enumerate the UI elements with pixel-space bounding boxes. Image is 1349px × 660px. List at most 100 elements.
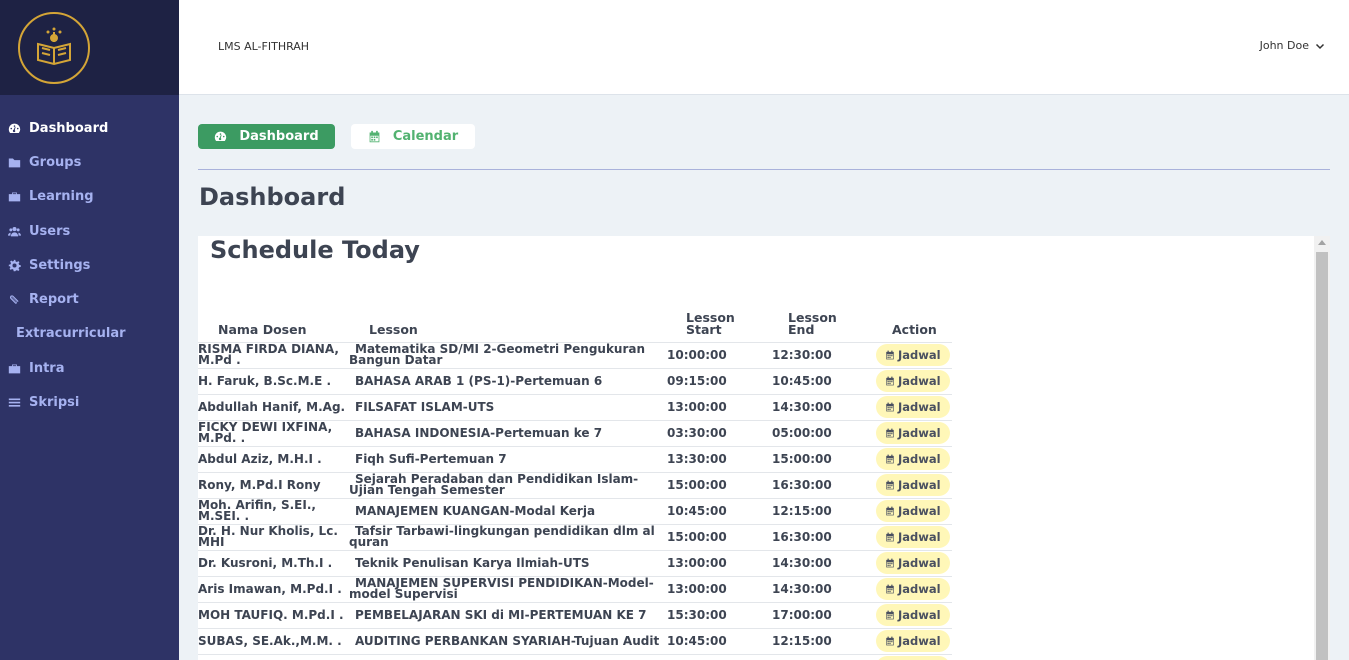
jadwal-label: Jadwal — [898, 633, 941, 648]
cell-lesson: EPISTEMOLOGI TASAWUF-Evaluasi tengah — [349, 653, 667, 660]
sidebar-item-groups[interactable]: Groups — [0, 145, 179, 179]
logo-area — [0, 0, 179, 95]
cell-lesson: Matematika SD/MI 2-Geometri Pengukuran B… — [349, 341, 667, 368]
briefcase-icon — [7, 361, 21, 375]
cell-dosen: Dr. H. Nur Kholis, Lc. MHI — [198, 523, 349, 550]
cell-lesson: AUDITING PERBANKAN SYARIAH-Tujuan Audit — [349, 627, 667, 654]
sidebar-item-users[interactable]: Users — [0, 214, 179, 248]
tab-calendar[interactable]: Calendar — [351, 124, 475, 149]
cell-lesson: MANAJEMEN SUPERVISI PENDIDIKAN-Model-mod… — [349, 575, 667, 602]
table-row: Dr. Chafid WahyudiEPISTEMOLOGI TASAWUF-E… — [198, 653, 952, 660]
cell-end: 10:45:00 — [772, 367, 876, 394]
cell-lesson: BAHASA ARAB 1 (PS-1)-Pertemuan 6 — [349, 367, 667, 394]
table-row: Dr. H. Nur Kholis, Lc. MHI Tafsir Tarbawi… — [198, 523, 952, 550]
sidebar-item-settings[interactable]: Settings — [0, 248, 179, 282]
table-row: Aris Imawan, M.Pd.I . MANAJEMEN SUPERVISI… — [198, 575, 952, 602]
sidebar-item-label: Settings — [29, 257, 91, 273]
dashboard-icon — [214, 130, 227, 143]
jadwal-button[interactable]: Jadwal — [876, 500, 950, 522]
jadwal-button[interactable]: Jadwal — [876, 344, 950, 366]
sidebar-item-skripsi[interactable]: Skripsi — [0, 385, 179, 419]
sidebar-item-dashboard[interactable]: Dashboard — [0, 111, 179, 145]
scroll-up-arrow-icon[interactable] — [1318, 240, 1326, 245]
jadwal-label: Jadwal — [898, 607, 941, 622]
divider — [198, 169, 1330, 170]
jadwal-label: Jadwal — [898, 373, 941, 388]
cell-lesson: Sejarah Peradaban dan Pendidikan Islam-U… — [349, 471, 667, 498]
cell-start: 09:15:00 — [667, 367, 772, 394]
column-header-start: Lesson Start — [667, 298, 772, 342]
calendar-icon — [885, 610, 898, 620]
cell-end: 14:30:00 — [772, 393, 876, 420]
jadwal-label: Jadwal — [898, 529, 941, 544]
jadwal-button[interactable]: Jadwal — [876, 552, 950, 574]
scrollbar[interactable] — [1314, 236, 1330, 660]
column-header-end-label: Lesson End — [788, 309, 837, 337]
sidebar-item-report[interactable]: Report — [0, 282, 179, 316]
logo[interactable] — [18, 11, 90, 84]
schedule-card: Schedule Today Nama Dosen Lesson Lesson … — [198, 236, 1314, 660]
users-icon — [7, 224, 21, 238]
user-menu[interactable]: John Doe — [1260, 39, 1325, 52]
cell-dosen: MOH TAUFIQ. M.Pd.I . — [198, 601, 349, 628]
table-row: FICKY DEWI IXFINA, M.Pd. . BAHASA INDONES… — [198, 419, 952, 446]
app-brand[interactable]: LMS AL-FITHRAH — [218, 40, 309, 53]
cell-end: 17:00:00 — [772, 601, 876, 628]
lesson-text: Matematika SD/MI 2-Geometri Pengukuran B… — [349, 342, 646, 367]
scroll-thumb[interactable] — [1316, 252, 1328, 660]
sidebar-nav: Dashboard Groups Learning Users Settings… — [0, 95, 179, 420]
sidebar-item-label: Intra — [29, 360, 65, 376]
calendar-icon — [885, 584, 898, 594]
page-title: Dashboard — [199, 183, 346, 211]
sidebar: Dashboard Groups Learning Users Settings… — [0, 0, 179, 660]
tab-dashboard[interactable]: Dashboard — [198, 124, 335, 149]
jadwal-button[interactable]: Jadwal — [876, 396, 950, 418]
table-row: H. Faruk, B.Sc.M.E . BAHASA ARAB 1 (PS-1)… — [198, 367, 952, 394]
jadwal-button[interactable]: Jadwal — [876, 604, 950, 626]
cell-end — [772, 653, 876, 660]
chevron-down-icon — [1315, 43, 1325, 49]
cell-dosen: H. Faruk, B.Sc.M.E . — [198, 367, 349, 394]
jadwal-button[interactable]: Jadwal — [876, 474, 950, 496]
tab-label: Dashboard — [239, 129, 319, 144]
cell-end: 16:30:00 — [772, 523, 876, 550]
cell-dosen: Abdul Aziz, M.H.I . — [198, 445, 349, 472]
sidebar-item-label: Users — [29, 223, 71, 239]
jadwal-button[interactable]: Jadwal — [876, 578, 950, 600]
sidebar-item-intra[interactable]: Intra — [0, 351, 179, 385]
cell-dosen: Dr. Kusroni, M.Th.I . — [198, 549, 349, 576]
cell-action: Jadwal — [876, 367, 952, 394]
column-header-dosen: Nama Dosen — [218, 321, 307, 337]
lesson-text: Sejarah Peradaban dan Pendidikan Islam-U… — [349, 472, 639, 497]
cell-action: Jadwal — [876, 653, 952, 660]
cell-dosen: Aris Imawan, M.Pd.I . — [198, 575, 349, 602]
cell-start: 15:30:00 — [667, 601, 772, 628]
jadwal-button[interactable]: Jadwal — [876, 370, 950, 392]
jadwal-button[interactable]: Jadwal — [876, 656, 950, 660]
lesson-text: MANAJEMEN KUANGAN-Modal Kerja — [355, 503, 596, 518]
cell-action: Jadwal — [876, 549, 952, 576]
cell-end: 05:00:00 — [772, 419, 876, 446]
cell-start — [667, 653, 772, 660]
calendar-icon — [885, 376, 898, 386]
table-row: RISMA FIRDA DIANA, M.Pd . Matematika SD/M… — [198, 341, 952, 368]
table-row: Abdullah Hanif, M.Ag. FILSAFAT ISLAM-UTS 1… — [198, 393, 952, 420]
cell-lesson: Fiqh Sufi-Pertemuan 7 — [349, 445, 667, 472]
calendar-icon — [885, 480, 898, 490]
cell-action: Jadwal — [876, 575, 952, 602]
folder-icon — [7, 155, 21, 169]
jadwal-button[interactable]: Jadwal — [876, 448, 950, 470]
cell-action: Jadwal — [876, 497, 952, 524]
cell-end: 12:15:00 — [772, 497, 876, 524]
sidebar-item-extracurricular[interactable]: Extracurricular — [0, 317, 179, 351]
jadwal-button[interactable]: Jadwal — [876, 526, 950, 548]
lesson-text: PEMBELAJARAN SKI di MI-PERTEMUAN KE 7 — [355, 607, 647, 622]
calendar-icon — [885, 558, 898, 568]
jadwal-button[interactable]: Jadwal — [876, 422, 950, 444]
cell-start: 13:30:00 — [667, 445, 772, 472]
cell-lesson: Tafsir Tarbawi-lingkungan pendidikan dlm… — [349, 523, 667, 550]
sidebar-item-learning[interactable]: Learning — [0, 180, 179, 214]
jadwal-button[interactable]: Jadwal — [876, 630, 950, 652]
jadwal-label: Jadwal — [898, 425, 941, 440]
jadwal-label: Jadwal — [898, 451, 941, 466]
